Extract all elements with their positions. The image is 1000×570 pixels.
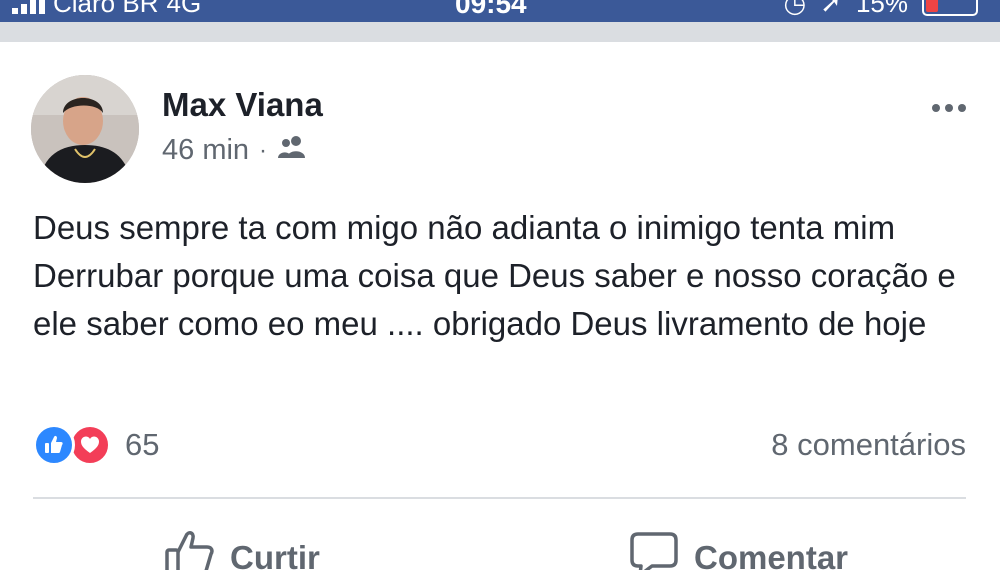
author-name[interactable]: Max Viana bbox=[162, 86, 323, 124]
love-icon bbox=[69, 424, 111, 466]
post-text: Deus sempre ta com migo não adianta o in… bbox=[33, 209, 956, 342]
reactions-summary[interactable]: 65 bbox=[33, 424, 159, 466]
comment-bubble-icon bbox=[628, 530, 680, 570]
comment-button-label: Comentar bbox=[694, 539, 849, 570]
comment-count[interactable]: 8 comentários bbox=[771, 427, 966, 463]
status-right: ◷ ➚ 15% bbox=[783, 0, 978, 19]
like-button-label: Curtir bbox=[230, 539, 320, 570]
carrier-label: Claro BR bbox=[53, 0, 159, 18]
battery-icon bbox=[922, 0, 978, 16]
post-card: Max Viana 46 min · Deus sempre ta com mi… bbox=[0, 42, 1000, 570]
avatar[interactable] bbox=[31, 75, 139, 183]
divider bbox=[33, 497, 966, 499]
like-button[interactable]: Curtir bbox=[164, 530, 320, 570]
like-icon bbox=[33, 424, 75, 466]
feed-separator bbox=[0, 22, 1000, 42]
friends-icon[interactable] bbox=[277, 134, 307, 167]
post-meta: 46 min · bbox=[162, 134, 307, 167]
network-label: 4G bbox=[166, 0, 202, 18]
status-bar: Claro BR 4G 09:54 ◷ ➚ 15% bbox=[0, 0, 1000, 22]
signal-icon bbox=[12, 0, 45, 14]
more-options-icon[interactable] bbox=[932, 104, 966, 112]
post-time[interactable]: 46 min bbox=[162, 134, 249, 167]
reaction-count: 65 bbox=[125, 427, 160, 462]
battery-percent: 15% bbox=[855, 0, 908, 18]
thumbs-up-icon bbox=[164, 530, 216, 570]
alarm-icon: ◷ bbox=[783, 0, 807, 18]
comment-button[interactable]: Comentar bbox=[628, 530, 848, 570]
location-icon: ➚ bbox=[820, 0, 842, 18]
status-time: 09:54 bbox=[455, 0, 527, 19]
meta-separator: · bbox=[259, 136, 268, 164]
status-left: Claro BR 4G bbox=[12, 0, 201, 19]
